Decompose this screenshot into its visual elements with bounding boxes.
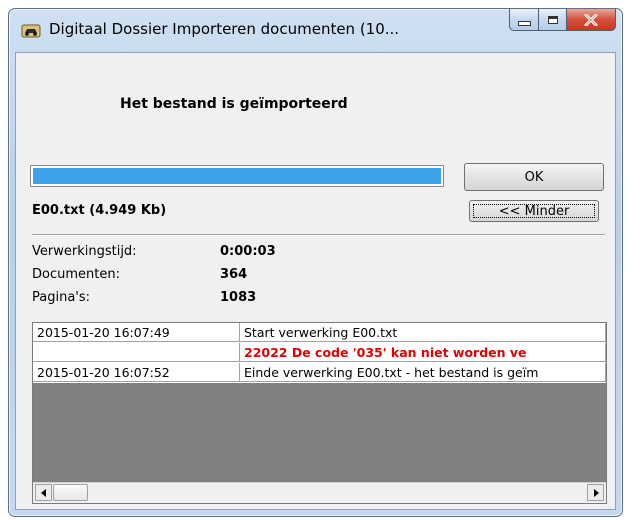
log-grid[interactable]: 2015-01-20 16:07:49 Start verwerking E00… xyxy=(32,322,607,504)
window-title: Digitaal Dossier Importeren documenten (… xyxy=(49,20,400,38)
horizontal-scrollbar[interactable] xyxy=(33,482,606,503)
log-time xyxy=(33,343,240,362)
arrow-right-icon xyxy=(594,489,599,497)
log-error-message: 22022 De code '035' kan niet worden ve xyxy=(240,343,606,362)
status-message: Het bestand is geïmporteerd xyxy=(120,96,348,112)
close-button[interactable] xyxy=(567,9,616,31)
table-row[interactable]: 2015-01-20 16:07:49 Start verwerking E00… xyxy=(33,323,606,343)
scroll-thumb[interactable] xyxy=(53,484,88,501)
processing-time-label: Verwerkingstijd: xyxy=(32,244,137,259)
dialog-client-area: Het bestand is geïmporteerd OK << Minder… xyxy=(15,52,616,510)
caption-buttons xyxy=(509,9,616,31)
progress-fill xyxy=(33,168,441,184)
table-row[interactable]: 2015-01-20 16:07:52 Einde verwerking E00… xyxy=(33,363,606,383)
scroll-right-button[interactable] xyxy=(587,484,604,501)
documents-label: Documenten: xyxy=(32,267,120,282)
progress-bar xyxy=(30,165,444,187)
separator xyxy=(32,234,605,236)
dialog-window: Digitaal Dossier Importeren documenten (… xyxy=(8,8,623,517)
pages-value: 1083 xyxy=(220,290,257,305)
minimize-icon xyxy=(517,21,531,26)
table-row[interactable]: 22022 De code '035' kan niet worden ve xyxy=(33,343,606,363)
log-message: Start verwerking E00.txt xyxy=(240,323,606,342)
documents-value: 364 xyxy=(220,267,248,282)
close-icon xyxy=(584,13,598,26)
less-button-label: << Minder xyxy=(498,203,570,219)
maximize-icon xyxy=(547,15,558,24)
file-name: E00.txt (4.949 Kb) xyxy=(32,203,167,218)
car-icon xyxy=(21,24,41,38)
arrow-left-icon xyxy=(41,489,46,497)
maximize-button[interactable] xyxy=(539,9,567,31)
log-time: 2015-01-20 16:07:49 xyxy=(33,323,240,342)
less-button[interactable]: << Minder xyxy=(469,200,599,222)
scroll-left-button[interactable] xyxy=(35,484,52,501)
log-time: 2015-01-20 16:07:52 xyxy=(33,363,240,382)
ok-button[interactable]: OK xyxy=(464,163,604,191)
title-bar[interactable]: Digitaal Dossier Importeren documenten (… xyxy=(9,9,622,55)
processing-time-value: 0:00:03 xyxy=(220,244,276,259)
log-message: Einde verwerking E00.txt - het bestand i… xyxy=(240,363,606,382)
minimize-button[interactable] xyxy=(509,9,539,31)
pages-label: Pagina's: xyxy=(32,290,91,305)
